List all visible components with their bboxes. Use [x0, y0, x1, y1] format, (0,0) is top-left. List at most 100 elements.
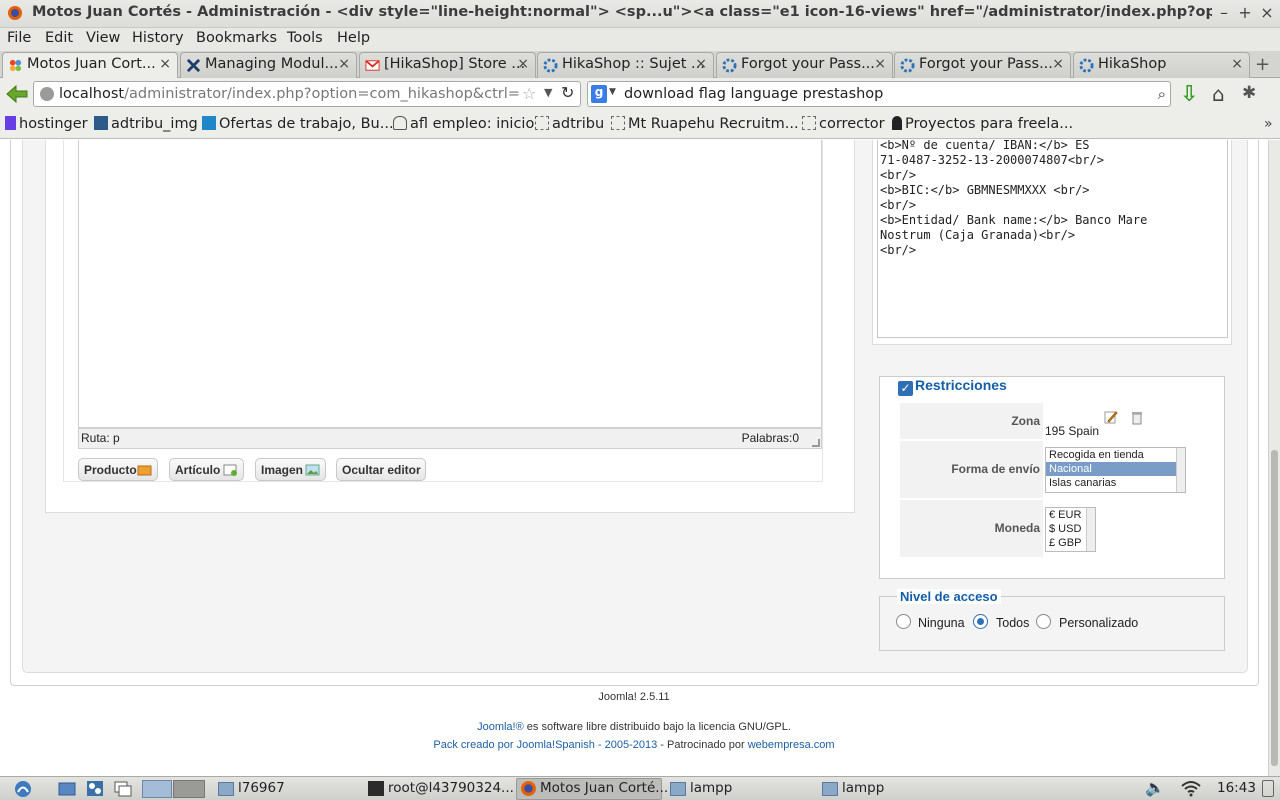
menu-file[interactable]: File [7, 30, 31, 46]
edit-icon[interactable] [1104, 410, 1118, 424]
taskbar-item-lampp-1[interactable]: lampp [690, 780, 732, 796]
radio-label-todos[interactable]: Todos [996, 616, 1029, 630]
payment-info-textarea[interactable]: <br/> <b>Nº de cuenta/ IBAN:</b> ES 71-0… [877, 140, 1228, 338]
resize-grip-icon[interactable] [812, 439, 820, 447]
url-dropdown-icon[interactable]: ▼ [544, 86, 552, 99]
close-tab-icon[interactable]: × [695, 56, 707, 72]
volume-icon[interactable]: 🔈 [1145, 778, 1165, 797]
workspace-1[interactable] [142, 780, 172, 798]
bookmark-star-icon[interactable]: ☆ [522, 84, 536, 103]
bookmark-ofertas-trabajo[interactable]: Ofertas de trabajo, Bu... [202, 116, 394, 132]
search-icon[interactable]: ⌕ [1158, 85, 1166, 103]
insert-image-button[interactable]: Imagen [255, 458, 326, 481]
menu-bookmarks[interactable]: Bookmarks [196, 30, 277, 46]
menu-tools[interactable]: Tools [287, 30, 323, 46]
file-manager-icon[interactable] [58, 780, 76, 797]
tab-motos-juan-cortes[interactable]: Motos Juan Cort... × [2, 52, 178, 78]
radio-label-ninguna[interactable]: Ninguna [918, 616, 965, 630]
menu-history[interactable]: History [132, 30, 184, 46]
start-menu-icon[interactable] [12, 779, 34, 798]
menu-edit[interactable]: Edit [45, 30, 73, 46]
session-icon[interactable] [1262, 780, 1274, 797]
reload-icon[interactable]: ↻ [561, 83, 574, 102]
hostinger-icon [5, 116, 16, 130]
delete-icon[interactable] [1130, 411, 1144, 425]
bookmark-corrector[interactable]: corrector [802, 116, 885, 132]
tab-forgot-password-1[interactable]: Forgot your Pass... × [716, 52, 893, 78]
menu-bar: File Edit View History Bookmarks Tools H… [0, 28, 1280, 51]
forma-envio-option[interactable]: Islas canarias [1046, 476, 1185, 490]
editor-path[interactable]: Ruta: p [81, 431, 120, 445]
close-tab-icon[interactable]: × [1052, 56, 1064, 72]
radio-todos[interactable] [973, 614, 988, 629]
new-tab-button[interactable]: + [1255, 54, 1270, 75]
forma-envio-select[interactable]: Recogida en tienda Nacional Islas canari… [1045, 447, 1186, 493]
forma-envio-option[interactable]: Recogida en tienda [1046, 448, 1185, 462]
bookmark-mt-ruapehu[interactable]: Mt Ruapehu Recruitm... [611, 116, 799, 132]
credits-line: Pack creado por Joomla!Spanish - 2005-20… [0, 739, 1268, 751]
radio-ninguna[interactable] [896, 614, 911, 629]
bookmark-adtribu-img[interactable]: adtribu_img [94, 116, 198, 132]
bookmarks-overflow-icon[interactable]: » [1264, 116, 1273, 132]
url-bar[interactable]: localhost/administrator/index.php?option… [33, 81, 581, 107]
page-scrollbar-thumb[interactable] [1271, 450, 1278, 766]
insert-article-button[interactable]: Artículo [169, 458, 244, 481]
joomla-link[interactable]: Joomla!® [477, 721, 524, 733]
menu-view[interactable]: View [86, 30, 120, 46]
taskbar-item-firefox[interactable]: Motos Juan Corté... [540, 780, 668, 796]
moneda-scrollbar[interactable] [1086, 508, 1095, 551]
bookmark-adtribu[interactable]: adtribu [535, 116, 604, 132]
wifi-icon[interactable] [1180, 780, 1202, 797]
download-icon[interactable]: ⇩ [1180, 82, 1198, 107]
hide-editor-button[interactable]: Ocultar editor [336, 458, 426, 481]
hikashop-icon [1079, 58, 1094, 73]
minimize-button[interactable]: – [1215, 3, 1233, 22]
moneda-label: Moneda [900, 500, 1043, 557]
bookmark-afl-empleo[interactable]: afl empleo: inicio [393, 116, 534, 132]
forma-envio-scrollbar[interactable] [1176, 448, 1185, 492]
show-desktop-icon[interactable] [114, 780, 132, 797]
page-icon [611, 116, 625, 130]
workspace-2[interactable] [173, 780, 205, 798]
home-icon[interactable]: ⌂ [1212, 82, 1225, 106]
radio-label-personalizado[interactable]: Personalizado [1059, 616, 1138, 630]
menu-help[interactable]: Help [337, 30, 370, 46]
search-bar[interactable]: g ▼ download flag language prestashop ⌕ [587, 81, 1171, 107]
site-identity-icon[interactable] [40, 87, 54, 101]
taskbar-item-l76967[interactable]: l76967 [238, 780, 285, 796]
bookmark-hostinger[interactable]: hostinger [5, 116, 88, 132]
close-tab-icon[interactable]: × [517, 56, 529, 72]
joomla-spanish-link[interactable]: Pack creado por Joomla!Spanish - 2005-20… [433, 739, 657, 751]
search-engine-dropdown-icon[interactable]: ▼ [609, 87, 616, 97]
moneda-select[interactable]: € EUR $ USD £ GBP [1045, 507, 1096, 552]
page-icon [802, 116, 816, 130]
close-tab-icon[interactable]: × [338, 56, 350, 72]
maximize-button[interactable]: + [1236, 3, 1254, 22]
tab-hikashop-sujet[interactable]: HikaShop :: Sujet ... × [537, 52, 714, 78]
rich-text-editor[interactable] [78, 140, 822, 428]
tab-managing-modules[interactable]: Managing Modul... × [180, 52, 357, 78]
tab-forgot-password-2[interactable]: Forgot your Pass... × [894, 52, 1071, 78]
app-launcher-icon[interactable] [86, 780, 104, 797]
bookmark-proyectos-freelance[interactable]: Proyectos para freela... [892, 116, 1073, 132]
google-icon[interactable]: g [591, 85, 607, 103]
page-scrollbar[interactable] [1268, 140, 1280, 776]
url-text[interactable]: localhost/administrator/index.php?option… [59, 86, 519, 102]
close-window-button[interactable]: × [1258, 3, 1276, 22]
close-tab-icon[interactable]: × [1231, 56, 1243, 72]
tab-label: Forgot your Pass... [919, 56, 1053, 72]
back-arrow-icon[interactable] [5, 83, 29, 105]
forma-envio-option-selected[interactable]: Nacional [1046, 462, 1185, 476]
firebug-icon[interactable]: ✱ [1242, 83, 1256, 103]
webempresa-link[interactable]: webempresa.com [748, 739, 835, 751]
tab-hikashop-store[interactable]: [HikaShop] Store ... × [359, 52, 536, 78]
insert-product-button[interactable]: Producto [78, 458, 158, 481]
restricciones-checkbox[interactable]: ✓ [898, 381, 913, 396]
taskbar-item-terminal[interactable]: root@l43790324... [388, 780, 514, 796]
close-tab-icon[interactable]: × [159, 56, 171, 72]
search-query[interactable]: download flag language prestashop [624, 86, 883, 102]
tab-hikashop[interactable]: HikaShop × [1073, 52, 1250, 78]
taskbar-item-lampp-2[interactable]: lampp [842, 780, 884, 796]
radio-personalizado[interactable] [1036, 614, 1051, 629]
close-tab-icon[interactable]: × [874, 56, 886, 72]
